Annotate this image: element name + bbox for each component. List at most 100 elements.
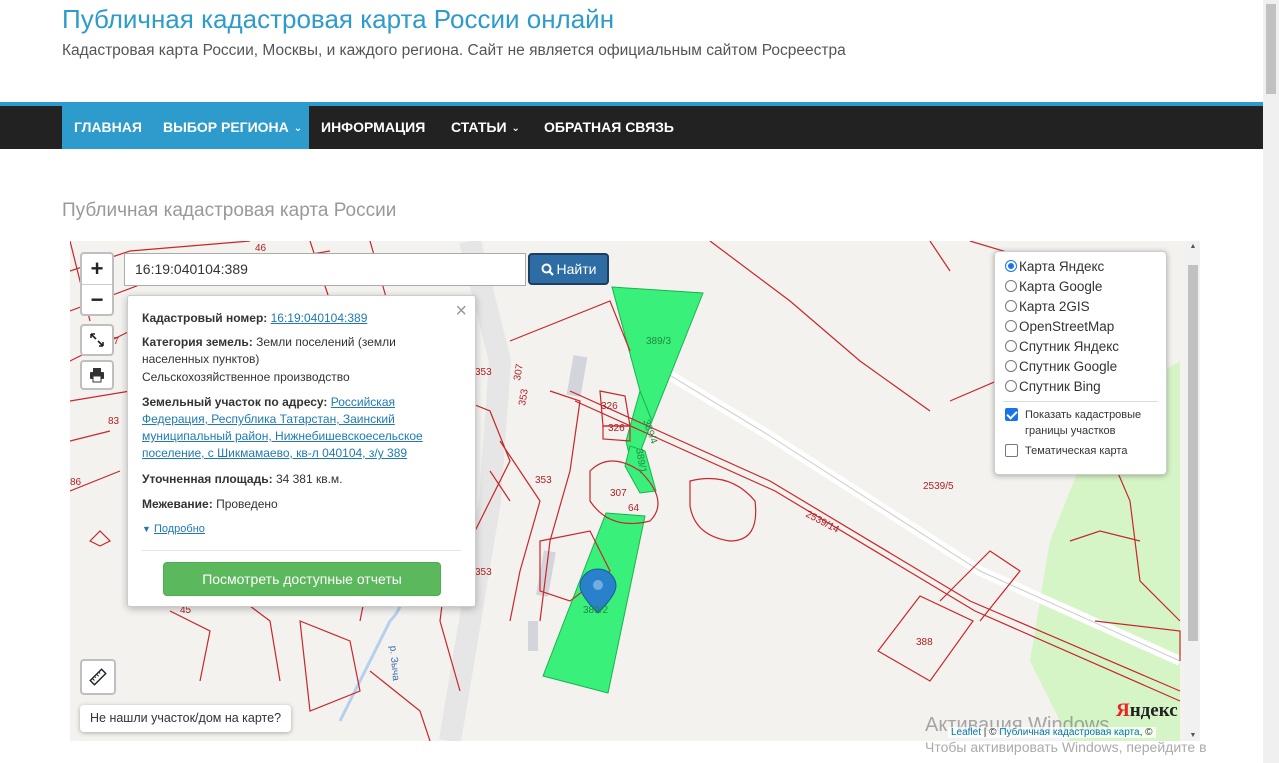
nav-region-label: ВЫБОР РЕГИОНА <box>163 119 289 135</box>
nav-item-feedback[interactable]: ОБРАТНАЯ СВЯЗЬ <box>532 106 686 149</box>
thematic-map-toggle[interactable]: Тематическая карта <box>1005 443 1155 459</box>
attribution-separator: | © <box>981 727 1000 738</box>
cadastral-number-row: Кадастровый номер: 16:19:040104:389 <box>142 310 442 327</box>
radio-icon[interactable] <box>1005 300 1017 312</box>
survey-label: Межевание: <box>142 497 213 511</box>
checkbox-icon[interactable] <box>1005 444 1018 457</box>
address-label: Земельный участок по адресу: <box>142 395 328 409</box>
parcel-label: 389/3 <box>646 336 671 347</box>
nav-articles-label: СТАТЬИ <box>451 119 507 135</box>
ruler-icon <box>89 668 107 686</box>
popup-divider <box>142 550 461 551</box>
cadastral-number-label: Кадастровый номер: <box>142 311 268 325</box>
search-button[interactable]: Найти <box>528 253 609 285</box>
zoom-in-button[interactable]: + <box>82 254 112 284</box>
layer-option-label: Спутник Bing <box>1019 379 1101 394</box>
layer-option-google-satellite[interactable]: Спутник Google <box>1005 357 1117 377</box>
watermark-text: Чтобы активировать Windows, перейдите в <box>925 739 1207 755</box>
view-reports-button[interactable]: Посмотреть доступные отчеты <box>163 562 441 596</box>
parcel-label: 83 <box>108 416 120 427</box>
fullscreen-button[interactable] <box>80 324 114 356</box>
radio-icon[interactable] <box>1005 320 1017 332</box>
layer-option-label: Карта Google <box>1019 279 1103 294</box>
parcel-label: 64 <box>628 503 640 514</box>
parcel-label: 326 <box>608 423 625 434</box>
nav-feedback-label: ОБРАТНАЯ СВЯЗЬ <box>544 119 674 135</box>
zoom-out-button[interactable]: − <box>82 284 112 314</box>
layer-option-label: Карта 2GIS <box>1019 299 1090 314</box>
parcel-info-popup: × Кадастровый номер: 16:19:040104:389 Ка… <box>127 295 476 607</box>
layer-divider <box>1003 401 1158 402</box>
checkbox-icon[interactable] <box>1005 408 1018 421</box>
section-title: Публичная кадастровая карта России <box>62 200 397 221</box>
nav-item-region[interactable]: ВЫБОР РЕГИОНА ⌄ <box>151 106 309 149</box>
chevron-down-icon: ⌄ <box>511 123 520 134</box>
address-row: Земельный участок по адресу: Российская … <box>142 394 432 462</box>
parcel-label: 353 <box>475 367 492 378</box>
land-category-row: Категория земель: Земли поселений (земли… <box>142 334 412 368</box>
measure-button[interactable] <box>80 659 116 695</box>
area-label: Уточненная площадь: <box>142 472 273 486</box>
show-cadastral-toggle[interactable]: Показать кадастровые границы участков <box>1005 407 1155 439</box>
more-details-link[interactable]: Подробно <box>154 523 205 535</box>
scroll-up-icon[interactable]: ▲ <box>1186 243 1200 250</box>
thematic-map-label: Тематическая карта <box>1025 445 1128 457</box>
radio-icon[interactable] <box>1005 340 1017 352</box>
survey-row: Межевание: Проведено <box>142 496 442 513</box>
show-cadastral-label: Показать кадастровые границы участков <box>1025 409 1142 437</box>
scroll-down-icon[interactable]: ▼ <box>1186 732 1200 739</box>
nav-item-home[interactable]: ГЛАВНАЯ <box>62 106 154 149</box>
land-category-label: Категория земель: <box>142 335 253 349</box>
search-button-label: Найти <box>556 261 597 277</box>
layer-switcher: Карта Яндекс Карта Google Карта 2GIS Ope… <box>994 251 1167 475</box>
layer-option-label: Спутник Яндекс <box>1019 339 1120 354</box>
site-title[interactable]: Публичная кадастровая карта России онлай… <box>62 4 614 35</box>
area-value: 34 381 кв.м. <box>275 472 343 486</box>
nav-item-articles[interactable]: СТАТЬИ ⌄ <box>439 106 532 149</box>
layer-option-osm[interactable]: OpenStreetMap <box>1005 317 1114 337</box>
parcel-label: 388 <box>916 637 933 648</box>
site-description: Кадастровая карта России, Москвы, и кажд… <box>62 42 846 59</box>
survey-value: Проведено <box>216 497 278 511</box>
expand-icon <box>90 333 104 347</box>
yandex-logo-rest: ндекс <box>1129 700 1178 721</box>
layer-option-yandex-satellite[interactable]: Спутник Яндекс <box>1005 337 1119 357</box>
parcel-label: 307 <box>610 488 627 499</box>
layer-option-label: OpenStreetMap <box>1019 319 1115 334</box>
leaflet-link[interactable]: Leaflet <box>951 727 981 738</box>
nav-info-label: ИНФОРМАЦИЯ <box>321 119 426 135</box>
more-details-toggle[interactable]: ▼ Подробно <box>142 521 442 538</box>
layer-option-label: Спутник Google <box>1019 359 1118 374</box>
radio-icon[interactable] <box>1005 260 1017 272</box>
building <box>528 621 538 651</box>
nav-item-info[interactable]: ИНФОРМАЦИЯ <box>309 106 437 149</box>
cadastral-search-input[interactable]: 16:19:040104:389 <box>124 253 526 286</box>
page-scrollbar-thumb[interactable] <box>1266 4 1276 94</box>
print-button[interactable] <box>80 360 114 390</box>
layer-option-yandex-map[interactable]: Карта Яндекс <box>1005 257 1104 277</box>
radio-icon[interactable] <box>1005 360 1017 372</box>
cadastral-map-link[interactable]: Публичная кадастровая карта <box>999 727 1139 738</box>
parcel-label: 2539/5 <box>923 481 954 492</box>
land-usage-value: Сельскохозяйственное производство <box>142 370 350 384</box>
page-scrollbar[interactable] <box>1263 0 1279 763</box>
parcel-label: 326 <box>601 401 618 412</box>
layer-option-2gis-map[interactable]: Карта 2GIS <box>1005 297 1090 317</box>
map-scrollbar-thumb[interactable] <box>1188 265 1198 641</box>
layer-option-label: Карта Яндекс <box>1019 259 1105 274</box>
yandex-logo: Яндекс <box>1116 700 1178 722</box>
layer-option-google-map[interactable]: Карта Google <box>1005 277 1102 297</box>
cadastral-number-link[interactable]: 16:19:040104:389 <box>271 311 368 325</box>
close-icon[interactable]: × <box>455 300 467 323</box>
map-attribution: Leaflet | © Публичная кадастровая карта,… <box>948 727 1156 738</box>
not-found-button[interactable]: Не нашли участок/дом на карте? <box>80 705 292 732</box>
parcel-label: 353 <box>535 475 552 486</box>
layer-option-bing-satellite[interactable]: Спутник Bing <box>1005 377 1101 397</box>
map-scrollbar[interactable]: ▲ ▼ <box>1186 241 1200 741</box>
radio-icon[interactable] <box>1005 280 1017 292</box>
print-icon <box>90 368 104 383</box>
main-nav: ГЛАВНАЯ ВЫБОР РЕГИОНА ⌄ ИНФОРМАЦИЯ СТАТЬИ… <box>0 106 1263 149</box>
radio-icon[interactable] <box>1005 380 1017 392</box>
nav-home-label: ГЛАВНАЯ <box>74 119 142 135</box>
chevron-down-icon: ⌄ <box>293 123 303 134</box>
